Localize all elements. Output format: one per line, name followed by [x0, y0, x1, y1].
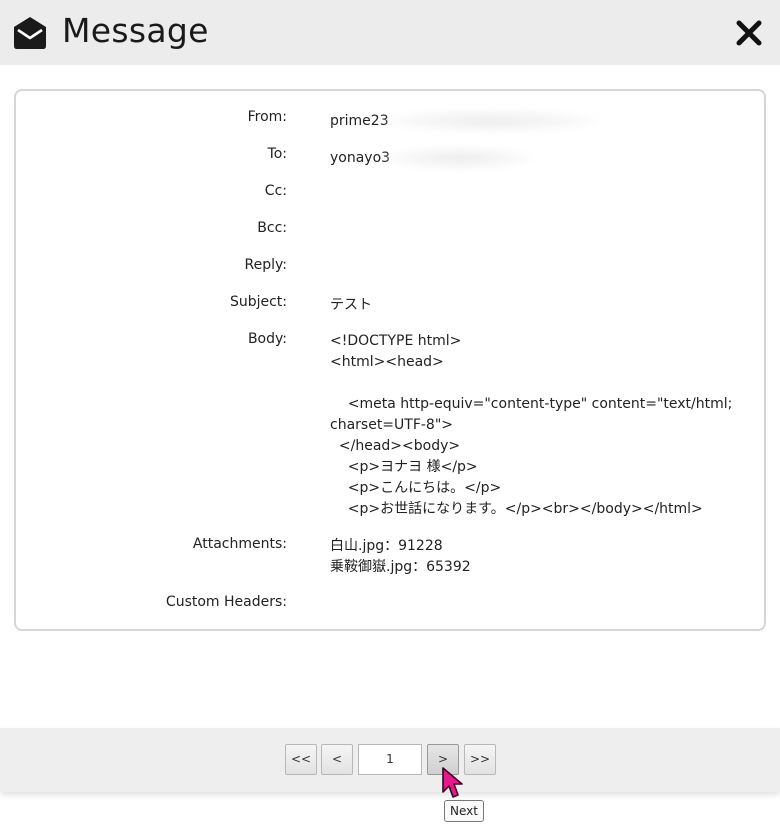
body-line: <p>お世話になります。</p><br></body></html> — [330, 501, 703, 517]
body-line: <p>こんにちは。</p> — [330, 480, 502, 496]
bcc-label: Bcc: — [257, 220, 287, 236]
last-page-button[interactable]: >> — [464, 744, 496, 775]
attachment-item[interactable]: 白山.jpg：91228 — [330, 536, 471, 557]
to-value: yonayo3 — [330, 150, 391, 166]
cc-label: Cc: — [264, 183, 287, 199]
body-line: <html><head> — [330, 354, 444, 370]
to-value-wrap: yonayo3 — [330, 146, 535, 170]
redacted-blur — [382, 109, 598, 133]
from-value: prime23 — [330, 113, 389, 129]
mouse-pointer-icon — [442, 767, 463, 798]
to-label: To: — [267, 146, 287, 162]
body-line: charset=UTF-8"> — [330, 417, 454, 433]
subject-value: テスト — [330, 297, 372, 313]
body-line: <meta http-equiv="content-type" content=… — [330, 396, 733, 412]
attachments-label: Attachments: — [192, 536, 287, 552]
body-line — [330, 373, 732, 394]
body-value: <!DOCTYPE html> <html><head> <meta http-… — [330, 331, 732, 520]
body-label: Body: — [247, 331, 287, 347]
first-page-button[interactable]: << — [285, 744, 317, 775]
subject-label: Subject: — [229, 294, 287, 310]
redacted-blur — [384, 146, 535, 170]
message-details-card: From: prime23 To: yonayo3 Cc: Bcc: Reply… — [14, 89, 766, 631]
dialog-title: Message — [62, 11, 209, 50]
custom-headers-label: Custom Headers: — [165, 594, 287, 610]
close-icon[interactable] — [736, 20, 762, 46]
prev-page-button[interactable]: < — [321, 744, 353, 775]
from-label: From: — [247, 109, 287, 125]
next-tooltip: Next — [444, 800, 484, 822]
body-line: <!DOCTYPE html> — [330, 333, 462, 349]
page-number-input[interactable]: 1 — [358, 744, 422, 775]
dialog-header: Message — [0, 0, 780, 65]
body-line: </head><body> — [330, 438, 461, 454]
body-line: <p>ヨナヨ 様</p> — [330, 459, 478, 475]
attachments-list: 白山.jpg：91228 乗鞍御嶽.jpg：65392 — [330, 536, 471, 578]
from-value-wrap: prime23 — [330, 109, 598, 133]
reply-label: Reply: — [244, 257, 287, 273]
attachment-item[interactable]: 乗鞍御嶽.jpg：65392 — [330, 557, 471, 578]
envelope-open-icon — [14, 17, 46, 49]
